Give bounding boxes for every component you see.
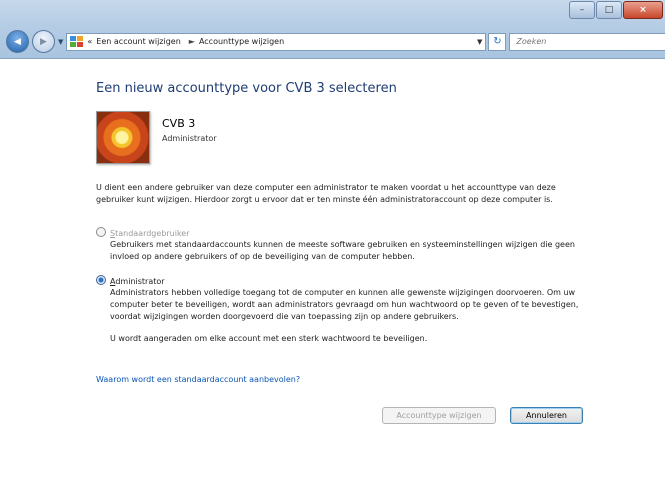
breadcrumb-een-account-wijzigen[interactable]: Een account wijzigen <box>96 37 180 46</box>
option-standaardgebruiker: Standaardgebruiker Gebruikers met standa… <box>96 227 596 263</box>
page-title: Een nieuw accounttype voor CVB 3 selecte… <box>96 81 397 96</box>
address-toolbar: ◀ ▶ ▼ « Een account wijzigen ► Accountty… <box>6 30 665 53</box>
search-input[interactable] <box>514 36 664 47</box>
refresh-button[interactable]: ↻ <box>488 32 507 51</box>
address-bar[interactable]: « Een account wijzigen ► Accounttype wij… <box>66 32 487 51</box>
account-name: CVB 3 <box>162 117 196 130</box>
address-dropdown-icon[interactable]: ▼ <box>477 38 482 46</box>
option-label-standaardgebruiker[interactable]: Standaardgebruiker <box>110 229 190 238</box>
forward-button[interactable]: ▶ <box>32 30 55 53</box>
recent-pages-dropdown[interactable]: ▼ <box>58 38 63 46</box>
radio-standaardgebruiker[interactable] <box>96 227 106 237</box>
breadcrumb-separator-icon[interactable]: ► <box>189 37 195 46</box>
main-content: Een nieuw accounttype voor CVB 3 selecte… <box>0 59 665 500</box>
window-titlebar: – □ × ◀ ▶ ▼ « Een account wijzigen ► Acc… <box>0 0 665 59</box>
radio-administrator[interactable] <box>96 275 106 285</box>
user-avatar <box>96 111 150 164</box>
breadcrumb-accounttype-wijzigen[interactable]: Accounttype wijzigen <box>199 37 284 46</box>
password-recommendation: U wordt aangeraden om elke account met e… <box>110 334 428 343</box>
option-description-administrator: Administrators hebben volledige toegang … <box>110 287 596 345</box>
search-box[interactable]: ⚲ <box>509 32 665 51</box>
minimize-button[interactable]: – <box>569 1 595 19</box>
cancel-button[interactable]: Annuleren <box>510 407 583 424</box>
change-account-type-button[interactable]: Accounttype wijzigen <box>382 407 496 424</box>
account-type: Administrator <box>162 134 217 143</box>
close-button[interactable]: × <box>623 1 663 19</box>
label-rest: tandaardgebruiker <box>115 229 190 238</box>
label-rest: dministrator <box>115 277 165 286</box>
option-administrator: Administrator Administrators hebben voll… <box>96 275 596 345</box>
help-link[interactable]: Waarom wordt een standaardaccount aanbev… <box>96 375 300 384</box>
control-panel-icon <box>70 35 84 48</box>
option-label-administrator[interactable]: Administrator <box>110 277 165 286</box>
window-controls: – □ × <box>568 1 663 19</box>
back-arrow-icon: ◀ <box>14 36 21 47</box>
back-button[interactable]: ◀ <box>6 30 29 53</box>
breadcrumb-overflow-chevron[interactable]: « <box>87 37 92 46</box>
admin-description-text: Administrators hebben volledige toegang … <box>110 288 579 321</box>
intro-text: U dient een andere gebruiker van deze co… <box>96 183 556 204</box>
forward-arrow-icon: ▶ <box>40 36 47 47</box>
option-description-standaardgebruiker: Gebruikers met standaardaccounts kunnen … <box>110 240 575 261</box>
maximize-button[interactable]: □ <box>596 1 622 19</box>
refresh-icon: ↻ <box>493 36 502 47</box>
